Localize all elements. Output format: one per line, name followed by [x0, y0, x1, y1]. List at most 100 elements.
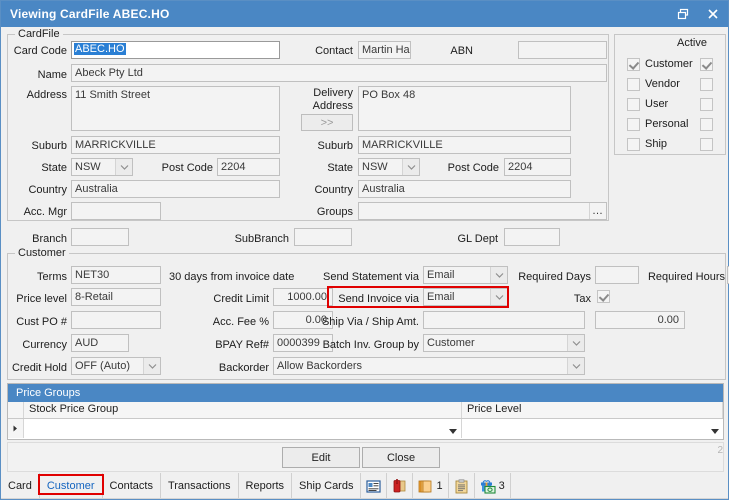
delivery-expand-button[interactable]: >>: [301, 114, 353, 131]
checkbox-user-active[interactable]: [700, 98, 713, 111]
contact-label: Contact: [301, 45, 353, 58]
active-row-label-user: User: [645, 98, 668, 111]
delivery-address-input[interactable]: PO Box 48: [358, 86, 571, 131]
credit-limit-input[interactable]: 1000.00: [273, 288, 333, 306]
cardfile-window: Viewing CardFile ABEC.HO CardFile Card C…: [0, 0, 729, 500]
credit-hold-dropdown[interactable]: OFF (Auto): [71, 357, 161, 375]
checkbox-customer-type[interactable]: [627, 58, 640, 71]
cell-stock-price-group[interactable]: [24, 419, 462, 438]
orange-documents-icon[interactable]: 1: [413, 473, 448, 499]
cust-po-input[interactable]: [71, 311, 161, 329]
contact-input[interactable]: Martin Ha: [358, 41, 411, 59]
tab-card[interactable]: Card: [1, 473, 40, 499]
checkbox-tax[interactable]: [597, 290, 610, 303]
branch-input[interactable]: [71, 228, 129, 246]
card-code-value: ABEC.HO: [74, 43, 126, 55]
ship-via-input[interactable]: [423, 311, 585, 329]
money-gift-icon[interactable]: 3: [475, 473, 511, 499]
price-groups-title: Price Groups: [8, 384, 723, 402]
active-row-label-ship: Ship: [645, 138, 667, 151]
required-days-input[interactable]: [595, 266, 639, 284]
tab-customer-label: Customer: [47, 480, 95, 492]
send-invoice-dropdown[interactable]: Email: [423, 288, 508, 306]
checkbox-ship-type[interactable]: [627, 138, 640, 151]
batch-inv-group-dropdown[interactable]: Customer: [423, 334, 585, 352]
terms-label: Terms: [9, 271, 67, 284]
tab-ship-cards[interactable]: Ship Cards: [292, 473, 361, 499]
checkbox-personal-type[interactable]: [627, 118, 640, 131]
subbranch-input[interactable]: [294, 228, 352, 246]
tab-contacts-label: Contacts: [110, 480, 153, 492]
chevron-down-icon[interactable]: [449, 425, 457, 437]
checkbox-ship-active[interactable]: [700, 138, 713, 151]
abn-input[interactable]: [518, 41, 607, 59]
close-icon[interactable]: [698, 1, 728, 27]
ship-amount-input[interactable]: 0.00: [595, 311, 685, 329]
chevron-down-icon: [143, 358, 160, 374]
close-button[interactable]: Close: [362, 447, 440, 468]
chevron-down-icon: [567, 358, 584, 374]
chevron-down-icon: [490, 289, 507, 305]
name-input[interactable]: Abeck Pty Ltd: [71, 64, 607, 82]
tab-customer[interactable]: Customer: [40, 473, 103, 499]
send-statement-dropdown[interactable]: Email: [423, 266, 508, 284]
delivery-post-code-input[interactable]: 2204: [504, 158, 571, 176]
send-invoice-value: Email: [427, 291, 455, 303]
country-input[interactable]: Australia: [71, 180, 280, 198]
red-cardfile-icon[interactable]: [387, 473, 413, 499]
checkbox-personal-active[interactable]: [700, 118, 713, 131]
restore-window-icon[interactable]: [668, 1, 698, 27]
tab-reports-label: Reports: [246, 480, 285, 492]
send-statement-value: Email: [427, 269, 455, 281]
delivery-country-input[interactable]: Australia: [358, 180, 571, 198]
price-level-input[interactable]: 8-Retail: [71, 288, 161, 306]
terms-input[interactable]: NET30: [71, 266, 161, 284]
edit-button[interactable]: Edit: [282, 447, 360, 468]
send-invoice-label: Send Invoice via: [335, 293, 419, 306]
checkbox-vendor-type[interactable]: [627, 78, 640, 91]
name-label: Name: [9, 69, 67, 82]
chevron-down-icon: [402, 159, 419, 175]
backorder-value: Allow Backorders: [277, 360, 362, 372]
checkbox-vendor-active[interactable]: [700, 78, 713, 91]
gl-dept-input[interactable]: [504, 228, 560, 246]
backorder-dropdown[interactable]: Allow Backorders: [273, 357, 585, 375]
suburb-input[interactable]: MARRICKVILLE: [71, 136, 280, 154]
cell-price-level[interactable]: [462, 419, 723, 438]
active-row-label-personal: Personal: [645, 118, 688, 131]
credit-limit-label: Credit Limit: [197, 293, 269, 306]
acc-mgr-input[interactable]: [71, 202, 161, 220]
delivery-suburb-label: Suburb: [301, 140, 353, 153]
tab-contacts[interactable]: Contacts: [103, 473, 161, 499]
tab-card-label: Card: [8, 480, 32, 492]
clipboard-icon[interactable]: [449, 473, 475, 499]
chevron-down-icon[interactable]: [711, 425, 719, 437]
active-header: Active: [677, 37, 707, 50]
price-groups-header: Stock Price Group Price Level: [8, 402, 723, 419]
currency-input[interactable]: AUD: [71, 334, 129, 352]
delivery-state-dropdown[interactable]: NSW: [358, 158, 420, 176]
delivery-post-code-label: Post Code: [437, 162, 499, 175]
groups-input[interactable]: [358, 202, 607, 220]
delivery-state-label: State: [301, 162, 353, 175]
window-title-bar: Viewing CardFile ABEC.HO: [1, 1, 728, 27]
abn-label: ABN: [443, 45, 473, 58]
notes-document-icon[interactable]: [361, 473, 387, 499]
checkbox-user-type[interactable]: [627, 98, 640, 111]
post-code-input[interactable]: 2204: [217, 158, 280, 176]
delivery-suburb-input[interactable]: MARRICKVILLE: [358, 136, 571, 154]
required-days-label: Required Days: [513, 271, 591, 284]
state-label: State: [9, 162, 67, 175]
currency-label: Currency: [5, 339, 67, 352]
credit-hold-value: OFF (Auto): [75, 360, 130, 372]
checkbox-customer-active[interactable]: [700, 58, 713, 71]
state-dropdown[interactable]: NSW: [71, 158, 133, 176]
country-label: Country: [9, 184, 67, 197]
table-row[interactable]: [8, 419, 723, 438]
groups-browse-button[interactable]: …: [589, 203, 606, 219]
tab-reports[interactable]: Reports: [239, 473, 293, 499]
address-input[interactable]: 11 Smith Street: [71, 86, 280, 131]
card-code-input[interactable]: ABEC.HO: [71, 41, 280, 59]
orange-documents-count: 1: [436, 480, 442, 492]
tab-transactions[interactable]: Transactions: [161, 473, 239, 499]
